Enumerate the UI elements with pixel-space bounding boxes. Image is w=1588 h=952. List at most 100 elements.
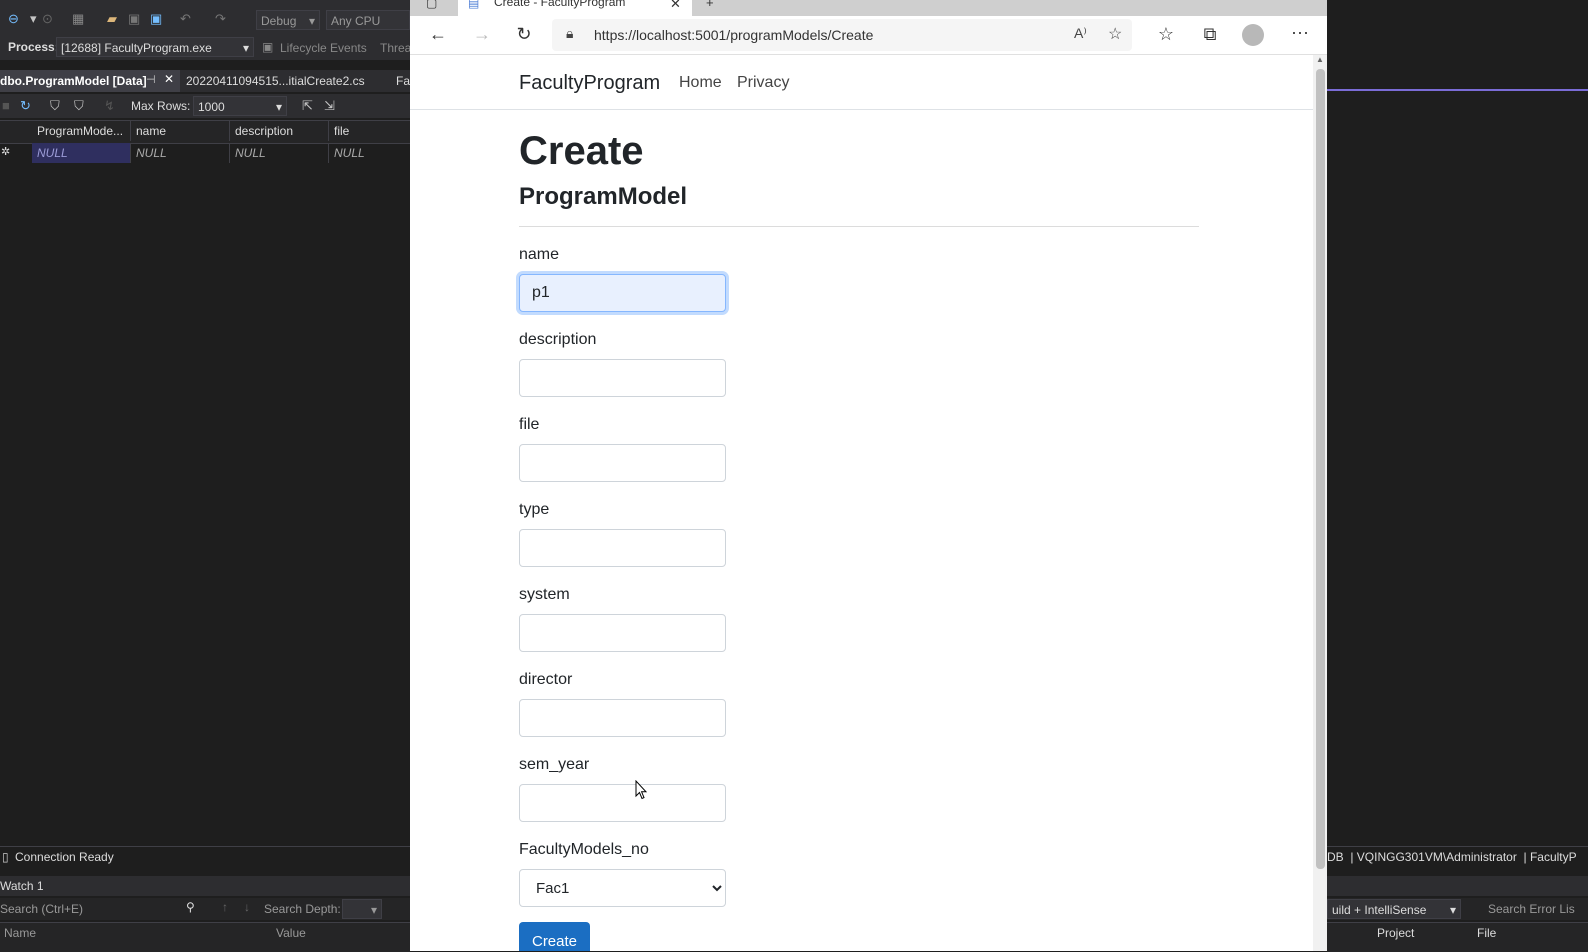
arrow-down-icon[interactable]: ↓ [244, 900, 250, 914]
grid-cell[interactable]: NULL [32, 143, 131, 163]
address-bar[interactable]: 🔒︎ https://localhost:5001/programModels/… [552, 19, 1132, 51]
watch-panel-title: Watch 1 [0, 876, 410, 896]
chevron-down-icon: ▾ [370, 903, 377, 917]
export-icon[interactable]: ⇱ [302, 97, 313, 115]
scrollbar-thumb[interactable] [1316, 69, 1325, 869]
mouse-cursor-icon [635, 780, 647, 800]
dropdown-arrow-icon[interactable]: ▾ [30, 10, 37, 28]
back-arrow-icon[interactable]: ← [426, 24, 450, 44]
navigate-back-icon[interactable]: ⊖ [8, 10, 19, 28]
browser-tab-active[interactable]: ▤ Create - FacultyProgram ✕ [458, 0, 692, 16]
name-input[interactable] [519, 274, 726, 312]
max-rows-dropdown[interactable]: 1000 ▾ [193, 96, 287, 116]
column-header[interactable]: File [1477, 926, 1496, 940]
nav-link-home[interactable]: Home [679, 74, 722, 92]
column-header[interactable]: Name [4, 926, 36, 940]
table-row[interactable]: ✲ NULL NULL NULL NULL [0, 143, 410, 163]
close-tab-icon[interactable]: ✕ [670, 0, 681, 12]
save-icon[interactable]: ▣ [128, 10, 140, 28]
new-row-icon: ✲ [1, 146, 11, 158]
create-button[interactable]: Create [519, 922, 590, 951]
add-favorite-icon[interactable]: ☆ [1108, 24, 1122, 44]
nav-link-privacy[interactable]: Privacy [737, 74, 789, 92]
script-icon[interactable]: ↯ [104, 97, 115, 115]
status-bar: DB | VQINGG301VM\Administrator | Faculty… [1327, 846, 1588, 867]
file-label: file [519, 416, 540, 433]
site-brand[interactable]: FacultyProgram [519, 72, 660, 95]
favorites-icon[interactable]: ☆ [1154, 24, 1178, 44]
visual-studio-right-pane: DB | VQINGG301VM\Administrator | Faculty… [1327, 0, 1588, 952]
more-options-icon[interactable]: ··· [1288, 22, 1312, 42]
open-folder-icon[interactable]: ▰ [107, 10, 117, 28]
sem-year-input[interactable] [519, 784, 726, 822]
process-dropdown[interactable]: [12688] FacultyProgram.exe ▾ [56, 37, 254, 57]
description-input[interactable] [519, 359, 726, 397]
status-text: DB | VQINGG301VM\Administrator | Faculty… [1327, 850, 1577, 864]
watch-search-input[interactable]: Search (Ctrl+E) [0, 902, 83, 916]
director-label: director [519, 671, 573, 688]
faculty-models-select[interactable]: Fac1 [519, 869, 726, 907]
column-header[interactable]: Project [1377, 926, 1414, 940]
column-header[interactable]: description [230, 121, 329, 141]
column-header[interactable]: Value [276, 926, 306, 940]
chevron-down-icon: ▾ [1449, 903, 1456, 917]
thread-dropdown[interactable]: Threa [380, 41, 411, 55]
refresh-icon[interactable]: ↻ [20, 97, 31, 115]
lifecycle-events-dropdown[interactable]: Lifecycle Events [280, 41, 367, 55]
lock-icon[interactable]: 🔒︎ [566, 25, 573, 42]
search-icon[interactable]: ⚲ [186, 900, 195, 914]
director-input[interactable] [519, 699, 726, 737]
column-header[interactable]: name [131, 121, 230, 141]
watch-search-bar: Search (Ctrl+E) ⚲ ↑ ↓ Search Depth: ▾ [0, 898, 410, 920]
error-search-input[interactable]: Search Error Lis [1488, 902, 1575, 916]
pin-icon[interactable]: ⊣ [146, 73, 156, 86]
search-depth-dropdown[interactable]: ▾ [342, 899, 382, 919]
tab-overflow[interactable]: Fa [396, 74, 410, 88]
tab-programmodel-data[interactable]: dbo.ProgramModel [Data] ⊣ ✕ [0, 70, 180, 92]
chevron-down-icon: ▾ [308, 14, 315, 28]
platform-dropdown[interactable]: Any CPU [326, 10, 410, 30]
undo-icon[interactable]: ↶ [180, 10, 191, 28]
read-aloud-icon[interactable]: A⁾ [1074, 25, 1087, 42]
system-label: system [519, 586, 570, 603]
url-text[interactable]: https://localhost:5001/programModels/Cre… [594, 27, 873, 43]
type-input[interactable] [519, 529, 726, 567]
grid-cell[interactable]: NULL [329, 143, 410, 163]
scroll-up-icon[interactable]: ▲ [1316, 55, 1324, 64]
system-input[interactable] [519, 614, 726, 652]
grid-cell[interactable]: NULL [131, 143, 230, 163]
web-page: FacultyProgram Home Privacy Create Progr… [410, 55, 1313, 951]
error-list-toolbar: uild + IntelliSense ▾ Search Error Lis [1327, 898, 1588, 920]
build-filter-dropdown[interactable]: uild + IntelliSense ▾ [1327, 899, 1461, 919]
description-label: description [519, 331, 597, 348]
redo-icon[interactable]: ↷ [215, 10, 226, 28]
forward-arrow-icon[interactable]: → [470, 24, 494, 44]
filter-icon[interactable]: ⛉ [74, 97, 84, 115]
import-icon[interactable]: ⇲ [324, 97, 335, 115]
grid-header: ProgramMode... name description file [0, 120, 410, 144]
grid-toolbar: ■ ↻ ⛉ ⛉ ↯ Max Rows: 1000 ▾ ⇱ ⇲ [0, 94, 410, 118]
arrow-up-icon[interactable]: ↑ [222, 900, 228, 914]
column-header[interactable]: ProgramMode... [32, 121, 131, 141]
name-label: name [519, 246, 560, 263]
navigate-forward-icon[interactable]: ⊙ [42, 10, 53, 28]
save-all-icon[interactable]: ▣ [150, 10, 162, 28]
collections-icon[interactable]: ⧉ [1198, 24, 1222, 44]
document-tabs: dbo.ProgramModel [Data] ⊣ ✕ 202204110945… [0, 70, 410, 92]
grid-cell[interactable]: NULL [230, 143, 329, 163]
filter-toggle-icon[interactable]: ⛉ [50, 97, 60, 115]
new-project-icon[interactable]: ▦ [72, 10, 84, 28]
new-tab-icon[interactable]: + [706, 0, 714, 10]
faculty-models-label: FacultyModels_no [519, 841, 649, 858]
close-icon[interactable]: ✕ [164, 72, 174, 86]
tab-migration-file[interactable]: 20220411094515...itialCreate2.cs [186, 74, 365, 88]
accent-divider [1327, 89, 1588, 91]
stop-icon[interactable]: ■ [2, 97, 10, 115]
refresh-icon[interactable]: ↻ [512, 24, 536, 44]
profile-avatar[interactable] [1242, 24, 1264, 46]
tab-actions-icon[interactable]: ▢ [426, 0, 437, 10]
column-header[interactable]: file [329, 121, 410, 141]
file-input[interactable] [519, 444, 726, 482]
configuration-dropdown[interactable]: Debug ▾ [256, 10, 320, 30]
page-scrollbar[interactable]: ▲ [1313, 55, 1327, 951]
